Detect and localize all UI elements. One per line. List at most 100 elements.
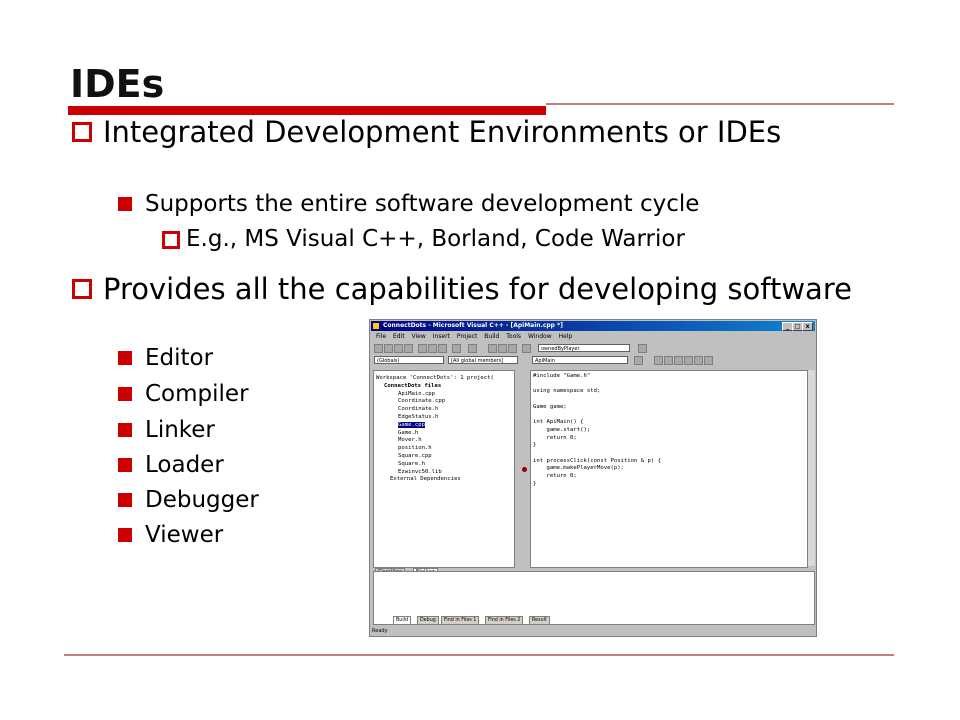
bullet-text: Integrated Development Environments or I…	[103, 115, 782, 149]
tree-file[interactable]: Square.cpp	[376, 453, 494, 461]
hollow-square-bullet-icon	[72, 279, 92, 299]
code-line: return 0;	[533, 434, 577, 441]
code-line: game.makePlayerMove(p);	[533, 465, 624, 472]
members-combo[interactable]: [All global members]	[448, 356, 518, 364]
menu-help[interactable]: Help	[559, 333, 573, 340]
tree-file[interactable]: Game.h	[376, 430, 494, 438]
workspace-icon[interactable]	[488, 344, 497, 353]
filled-square-bullet-icon	[118, 458, 132, 472]
ide-window-title: ConnectDots - Microsoft Visual C++ - [Ap…	[383, 322, 563, 329]
output-icon[interactable]	[498, 344, 507, 353]
editor-scrollbar[interactable]	[808, 370, 815, 566]
go-icon[interactable]	[694, 356, 703, 365]
code-line: #include "Game.h"	[533, 373, 591, 379]
tree-workspace[interactable]: Workspace 'ConnectDots': 1 project(	[376, 375, 494, 383]
function-combo[interactable]: ApiMain	[532, 356, 628, 364]
capability-text: Compiler	[145, 381, 249, 407]
filled-square-bullet-icon	[118, 351, 132, 365]
tab-debug[interactable]: Debug	[417, 616, 439, 625]
copy-icon[interactable]	[428, 344, 437, 353]
subsubbullet-text: E.g., MS Visual C++, Borland, Code Warri…	[186, 226, 685, 252]
code-line: }	[533, 442, 537, 449]
open-icon[interactable]	[384, 344, 393, 353]
tab-find-in-files-1[interactable]: Find in Files 1	[441, 616, 480, 625]
menu-file[interactable]: File	[376, 333, 386, 340]
compile-icon[interactable]	[654, 356, 663, 365]
filled-square-bullet-icon	[118, 493, 132, 507]
code-line: int processClick(const Position & p) {	[533, 457, 661, 464]
tree-file-selected[interactable]: Game.cpp	[398, 421, 425, 428]
code-line: game.start();	[533, 426, 591, 433]
code-editor[interactable]: #include "Game.h" using namespace std; G…	[530, 370, 808, 568]
filled-square-bullet-icon	[118, 197, 132, 211]
tree-file[interactable]: Coordinate.cpp	[376, 398, 494, 406]
ide-menubar: File Edit View Insert Project Build Tool…	[371, 332, 815, 341]
filled-square-bullet-icon	[118, 528, 132, 542]
menu-tools[interactable]: Tools	[506, 333, 521, 340]
capability-text: Loader	[145, 452, 224, 478]
title-underline-thin	[546, 103, 894, 105]
ide-screenshot: ConnectDots - Microsoft Visual C++ - [Ap…	[369, 319, 817, 637]
class-combo[interactable]: (Globals)	[374, 356, 444, 364]
capability-text: Debugger	[145, 487, 259, 513]
close-button[interactable]: x	[802, 322, 813, 331]
tab-build[interactable]: Build	[393, 616, 412, 625]
output-tabs: Build Debug Find in Files 1 Find in File…	[373, 616, 593, 625]
tree-file[interactable]: position.h	[376, 445, 494, 453]
hollow-square-bullet-icon	[72, 122, 92, 142]
menu-insert[interactable]: Insert	[433, 333, 450, 340]
filled-square-bullet-icon	[118, 387, 132, 401]
paste-icon[interactable]	[438, 344, 447, 353]
capability-text: Viewer	[145, 522, 224, 548]
status-bar-text: Ready	[372, 628, 388, 634]
redo-icon[interactable]	[468, 344, 477, 353]
wizard-icon[interactable]	[634, 356, 643, 365]
tree-file[interactable]: EdgeStatus.h	[376, 414, 494, 422]
menu-view[interactable]: View	[412, 333, 426, 340]
find-combo[interactable]: ownedByPlayer	[538, 344, 630, 352]
slide-title: IDEs	[70, 62, 165, 106]
ide-titlebar: ConnectDots - Microsoft Visual C++ - [Ap…	[371, 321, 815, 331]
tab-results[interactable]: Result	[529, 616, 550, 625]
code-line: return 0;	[533, 473, 577, 480]
bullet-text: Provides all the capabilities for develo…	[103, 272, 852, 306]
menu-window[interactable]: Window	[528, 333, 552, 340]
hollow-square-bullet-icon	[162, 231, 180, 249]
app-icon	[373, 323, 379, 329]
execute-icon[interactable]	[684, 356, 693, 365]
tree-file[interactable]: Square.h	[376, 461, 494, 469]
undo-icon[interactable]	[452, 344, 461, 353]
cut-icon[interactable]	[418, 344, 427, 353]
find-in-files-icon[interactable]	[522, 344, 531, 353]
code-line: int ApiMain() {	[533, 419, 584, 426]
windows-icon[interactable]	[508, 344, 517, 353]
menu-build[interactable]: Build	[484, 333, 499, 340]
menu-edit[interactable]: Edit	[393, 333, 405, 340]
menu-project[interactable]: Project	[457, 333, 478, 340]
tree-project[interactable]: ConnectDots files	[376, 383, 494, 391]
tree-file[interactable]: Ezwinvc50.lib	[376, 469, 494, 477]
breakpoint-marker-icon[interactable]	[522, 467, 527, 472]
filled-square-bullet-icon	[118, 423, 132, 437]
new-file-icon[interactable]	[374, 344, 383, 353]
code-line: Game game;	[533, 403, 567, 410]
breakpoint-icon[interactable]	[704, 356, 713, 365]
stop-build-icon[interactable]	[674, 356, 683, 365]
save-icon[interactable]	[394, 344, 403, 353]
capability-text: Editor	[145, 345, 214, 371]
tree-file[interactable]: Mover.h	[376, 437, 494, 445]
ide-toolbar-1: ownedByPlayer	[372, 343, 814, 354]
tree-folder[interactable]: External Dependencies	[376, 476, 494, 484]
save-all-icon[interactable]	[404, 344, 413, 353]
title-underline-red	[68, 106, 546, 115]
find-icon[interactable]	[638, 344, 647, 353]
build-icon[interactable]	[664, 356, 673, 365]
tree-file[interactable]: Coordinate.h	[376, 406, 494, 414]
capability-text: Linker	[145, 417, 215, 443]
tree-file[interactable]: ApiMain.cpp	[376, 391, 494, 399]
tab-find-in-files-2[interactable]: Find in Files 2	[485, 616, 524, 625]
